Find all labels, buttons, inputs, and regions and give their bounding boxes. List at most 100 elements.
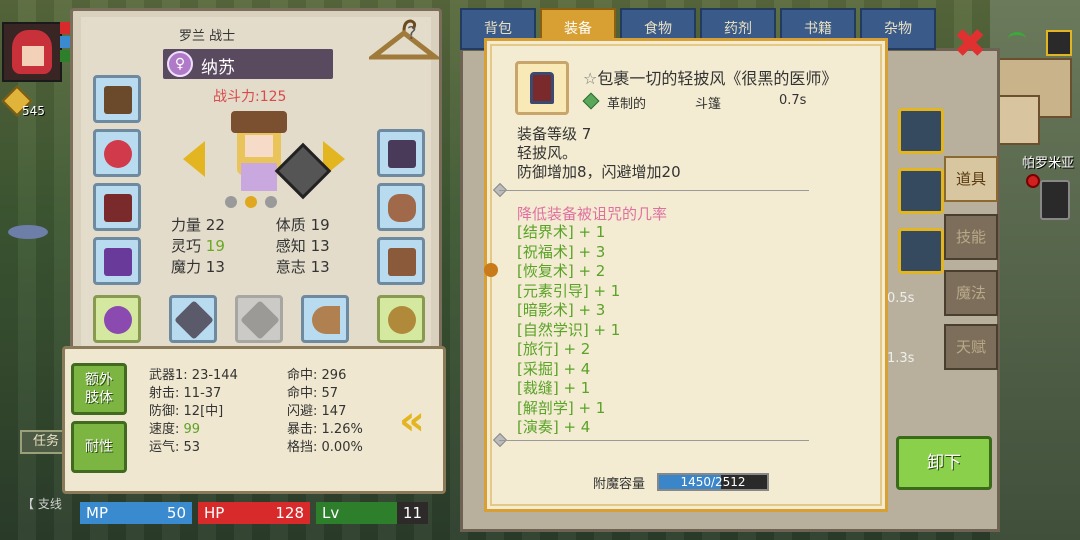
page-dot-active xyxy=(245,196,257,208)
stat-column-2: 命中: 296 命中: 57 闪避: 147 暴击: 1.26% 格挡: 0.0… xyxy=(287,367,363,457)
attr-label: 感知 xyxy=(275,237,306,255)
svg-text:?: ? xyxy=(407,23,417,44)
place-name: 帕罗米亚 xyxy=(1021,156,1074,171)
stat-value: 57 xyxy=(321,386,339,401)
stat-row: 防御: 12[中] xyxy=(149,403,238,421)
quick-slot[interactable] xyxy=(898,168,944,214)
attr-label: 灵巧 xyxy=(171,237,202,255)
slot-boots[interactable] xyxy=(377,237,425,285)
slot-body[interactable] xyxy=(93,237,141,285)
cape-icon xyxy=(530,72,554,104)
skill-bonus: [演奏] + 4 xyxy=(517,418,591,436)
tab-magic[interactable]: 魔法 xyxy=(944,270,998,316)
mp-bar: MP 50 xyxy=(80,502,192,524)
skill-bonus: [解剖学] + 1 xyxy=(517,398,606,417)
item-title: ☆包裹一切的轻披风《很黑的医师》 xyxy=(583,65,837,89)
slot-ring[interactable] xyxy=(93,295,141,343)
skill-bonus: [恢复术] + 2 xyxy=(517,262,606,280)
hanger-icon[interactable]: ? xyxy=(369,17,439,67)
mp-label: MP xyxy=(86,504,108,522)
sprite-hat xyxy=(231,111,287,133)
item-weight: 0.7s xyxy=(779,93,807,108)
slot-gloves[interactable] xyxy=(377,129,425,177)
slot-belt[interactable] xyxy=(377,183,425,231)
bow-icon xyxy=(312,306,340,334)
close-icon[interactable]: ✖ xyxy=(950,22,990,66)
exit-icon[interactable] xyxy=(1046,30,1072,56)
list-item-weight: 0.5s xyxy=(887,291,915,306)
slot-weapon-1[interactable] xyxy=(169,295,217,343)
tab-items[interactable]: 道具 xyxy=(944,156,998,202)
portrait-status-bars xyxy=(60,22,70,62)
quick-slot[interactable] xyxy=(898,108,944,154)
resistance-button[interactable]: 耐性 xyxy=(71,421,127,473)
stat-value: 23-144 xyxy=(191,368,238,383)
boots-icon xyxy=(388,248,416,276)
extra-limbs-button[interactable]: 额外 肢体 xyxy=(71,363,127,415)
attr-value: 13 xyxy=(310,237,330,255)
slot-weapon-2[interactable] xyxy=(235,295,283,343)
stat-value: 11-37 xyxy=(183,386,222,401)
shuriken-icon xyxy=(240,300,280,340)
tab-skills[interactable]: 技能 xyxy=(944,214,998,260)
cape-icon xyxy=(104,194,132,222)
attr-label: 魔力 xyxy=(171,258,202,276)
phone-icon[interactable] xyxy=(1040,180,1070,220)
slot-ranged[interactable] xyxy=(301,295,349,343)
gold-value: 545 xyxy=(22,104,45,118)
attr-value: 19 xyxy=(310,216,330,234)
attribute-row: 灵巧 19 感知 13 xyxy=(171,236,376,257)
material-gem-icon xyxy=(582,92,600,110)
location-marker-icon[interactable] xyxy=(1026,174,1040,188)
armor-icon xyxy=(104,248,132,276)
stat-label: 运气: xyxy=(149,440,180,455)
belt-icon xyxy=(388,194,416,222)
slot-cloak[interactable] xyxy=(93,183,141,231)
desc-line: 防御增加8，闪避增加20 xyxy=(517,163,681,181)
stat-label: 速度: xyxy=(149,422,180,437)
unequip-button[interactable]: 卸下 xyxy=(896,436,992,490)
gauntlet-icon xyxy=(388,140,416,168)
quick-slot[interactable] xyxy=(898,228,944,274)
player-portrait[interactable] xyxy=(2,22,62,82)
stat-value: 99 xyxy=(183,422,201,437)
tab-talent[interactable]: 天赋 xyxy=(944,324,998,370)
stat-row: 射击: 11-37 xyxy=(149,385,238,403)
wifi-icon xyxy=(1008,32,1026,46)
slot-ring2[interactable] xyxy=(377,295,425,343)
slot-head[interactable] xyxy=(93,75,141,123)
desc-line: 轻披风。 xyxy=(517,144,578,162)
skill-bonus: [暗影术] + 3 xyxy=(517,301,606,319)
item-tooltip: ☆包裹一切的轻披风《很黑的医师》 革制的 斗篷 0.7s 装备等级 7 轻披风。… xyxy=(484,38,888,512)
item-material: 革制的 xyxy=(607,97,647,112)
skill-bonus: [采掘] + 4 xyxy=(517,359,591,378)
stat-row: 闪避: 147 xyxy=(287,403,363,421)
enchant-capacity-bar: 1450/2512 xyxy=(657,473,769,491)
attr-value: 19 xyxy=(205,237,225,255)
collapse-chevron-icon[interactable]: « xyxy=(399,401,443,441)
hp-value: 128 xyxy=(275,504,304,522)
attr-label: 意志 xyxy=(275,258,306,276)
stat-row: 速度: 99 xyxy=(149,421,238,439)
attr-value: 13 xyxy=(310,258,330,276)
slot-neck[interactable] xyxy=(93,129,141,177)
stat-label: 命中: xyxy=(287,368,318,383)
page-dot xyxy=(225,196,237,208)
attribute-row: 魔力 13 意志 13 xyxy=(171,257,376,278)
hp-label: HP xyxy=(204,504,225,522)
stat-label: 暴击: xyxy=(287,422,318,437)
stat-value: 0.00% xyxy=(321,440,363,455)
prev-character-arrow-icon[interactable] xyxy=(183,141,205,177)
stat-label: 武器1: xyxy=(149,368,188,383)
item-description: 装备等级 7 轻披风。 防御增加8，闪避增加20 xyxy=(517,125,681,182)
list-item-weight: 1.3s xyxy=(887,351,915,366)
skill-bonus: [结界术] + 1 xyxy=(517,223,606,241)
item-type: 斗篷 xyxy=(695,97,722,112)
level-value: 11 xyxy=(396,502,428,524)
necklace-icon xyxy=(104,140,132,168)
stat-label: 射击: xyxy=(149,386,180,401)
ring-icon xyxy=(104,306,132,334)
portrait-face xyxy=(22,46,44,66)
skill-bonus-list: [结界术] + 1 [祝福术] + 3 [恢复术] + 2 [元素引导] + 1… xyxy=(517,223,620,438)
side-quest-label[interactable]: 【 支线 xyxy=(22,495,62,512)
